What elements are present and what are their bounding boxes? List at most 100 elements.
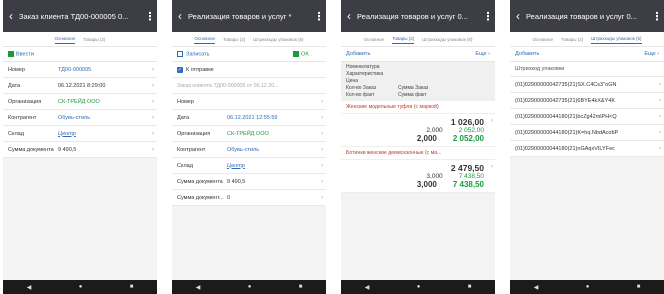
list-item[interactable]: › 2 479,50 3,000 7 438,50 3,000 7 438,50	[341, 160, 495, 193]
chevron-right-icon: ›	[659, 145, 661, 152]
add-button[interactable]: Добавить	[515, 51, 539, 57]
tab-main[interactable]: Основное	[54, 34, 76, 44]
nav-recent-button[interactable]: ■	[130, 284, 134, 290]
tab-bar: Основное Товары (2)	[3, 32, 157, 47]
toolbar: Записать OK	[172, 47, 326, 62]
chevron-right-icon: ›	[491, 164, 493, 170]
field-organization[interactable]: Организация СК-ТРЕЙД ООО ›	[172, 126, 326, 142]
chevron-right-icon: ›	[321, 114, 323, 121]
barcode-row[interactable]: (01)02900000044180(21)bcZg42mlPH<Q ›	[510, 109, 664, 125]
nav-back-button[interactable]: ◀	[365, 284, 370, 291]
nav-home-button[interactable]: ●	[79, 284, 83, 290]
tab-goods[interactable]: Товары (2)	[561, 35, 583, 44]
chevron-right-icon: ›	[152, 98, 154, 105]
nav-home-button[interactable]: ●	[417, 284, 421, 290]
chevron-right-icon: ›	[659, 129, 661, 136]
field-organization[interactable]: Организация СК-ТРЕЙД ООО ›	[3, 94, 157, 110]
chevron-right-icon: ›	[488, 51, 490, 57]
chevron-right-icon: ›	[152, 82, 154, 89]
system-nav-bar: ◀ ● ■	[510, 280, 664, 294]
screen-title: Реализация товаров и услуг 0...	[526, 11, 637, 21]
item-price: 2 479,50	[450, 163, 484, 173]
field-warehouse[interactable]: Склад Центр ›	[172, 158, 326, 174]
field-date[interactable]: Дата 06.12.2021 12:55:59 ›	[172, 110, 326, 126]
tab-goods[interactable]: Товары (2)	[223, 35, 245, 44]
back-icon[interactable]: ‹	[341, 9, 357, 23]
screen-order: ‹ Заказ клиента ТД00-000005 0... ⋮ Основ…	[3, 0, 157, 294]
ok-button[interactable]: OK	[293, 50, 309, 57]
nav-back-button[interactable]: ◀	[534, 284, 539, 291]
more-vert-icon[interactable]: ⋮	[481, 10, 495, 23]
chevron-right-icon: ›	[321, 194, 323, 201]
chevron-right-icon: ›	[659, 81, 661, 88]
chevron-right-icon: ›	[321, 130, 323, 137]
field-date[interactable]: Дата 06.12.2021 8:29:00 ›	[3, 78, 157, 94]
toolbar: Добавить Еще ›	[510, 47, 664, 62]
app-bar: ‹ Реализация товаров и услуг 0... ⋮	[510, 0, 664, 32]
tab-bar: Основное Товары (2) Штрихкоды упаковок (…	[172, 32, 326, 47]
nav-home-button[interactable]: ●	[586, 284, 590, 290]
save-icon	[177, 50, 183, 57]
item-order-row: 2,000 2 052,00	[426, 127, 484, 134]
more-vert-icon[interactable]: ⋮	[312, 10, 326, 23]
nav-recent-button[interactable]: ■	[637, 284, 641, 290]
screen-sale-barcodes: ‹ Реализация товаров и услуг 0... ⋮ Осно…	[510, 0, 664, 294]
ok-icon	[293, 50, 300, 57]
more-vert-icon[interactable]: ⋮	[143, 10, 157, 23]
app-bar: ‹ Реализация товаров и услуг 0... ⋮	[341, 0, 495, 32]
field-counterparty[interactable]: Контрагент Обувь-стиль ›	[172, 142, 326, 158]
tab-bar: Основное Товары (2) Штрихкоды упаковок (…	[341, 32, 495, 47]
chevron-right-icon: ›	[152, 130, 154, 137]
field-doc-sum[interactable]: Сумма документа 9 490,5 ›	[3, 142, 157, 158]
chevron-right-icon: ›	[659, 113, 661, 120]
nav-back-button[interactable]: ◀	[27, 284, 32, 291]
field-warehouse[interactable]: Склад Центр ›	[3, 126, 157, 142]
tab-main[interactable]: Основное	[194, 34, 216, 44]
field-counterparty[interactable]: Контрагент Обувь-стиль ›	[3, 110, 157, 126]
tab-main[interactable]: Основное	[363, 35, 384, 44]
field-doc-sum-2[interactable]: Сумма документ... 0 ›	[172, 190, 326, 206]
chevron-right-icon: ›	[321, 146, 323, 153]
barcode-row[interactable]: (01)02900000042735(21)6BYE4kX&Y4K ›	[510, 93, 664, 109]
tab-goods[interactable]: Товары (2)	[392, 34, 415, 44]
tab-goods[interactable]: Товары (2)	[83, 35, 105, 44]
nav-back-button[interactable]: ◀	[196, 284, 201, 291]
field-doc-sum[interactable]: Сумма документа 9 490,5 ›	[172, 174, 326, 190]
chevron-right-icon: ›	[152, 146, 154, 153]
barcode-row[interactable]: (01)02900000044180(21)K=hq.NbdAcobP ›	[510, 125, 664, 141]
checkbox-checked-icon: ✓	[177, 66, 183, 73]
more-button[interactable]: Еще ›	[644, 51, 659, 57]
enter-icon	[8, 50, 14, 57]
screen-title: Заказ клиента ТД00-000005 0...	[19, 11, 129, 21]
header-pair: Кол-во Заказ Сумма Заказ	[346, 85, 429, 91]
back-icon[interactable]: ‹	[3, 9, 19, 23]
enter-button[interactable]: Ввести	[8, 50, 34, 57]
screen-title: Реализация товаров и услуг 0...	[357, 11, 468, 21]
tab-bar: Основное Товары (2) Штрихкоды упаковок (…	[510, 32, 664, 47]
nav-recent-button[interactable]: ■	[299, 284, 303, 290]
save-button[interactable]: Записать	[177, 50, 210, 57]
back-icon[interactable]: ‹	[510, 9, 526, 23]
tab-barcodes[interactable]: Штрихкоды упаковок (5)	[591, 34, 642, 44]
chevron-right-icon: ›	[491, 118, 493, 124]
field-number[interactable]: Номер ТД00-000005 ›	[3, 62, 157, 78]
tab-barcodes[interactable]: Штрихкоды упаковок (8)	[422, 35, 472, 44]
add-button[interactable]: Добавить	[346, 51, 370, 57]
barcode-row[interactable]: (01)02900000042735(21)SX.C4Cs3''oGN ›	[510, 77, 664, 93]
list-item[interactable]: › 1 026,00 2,000 2 052,00 2,000 2 052,00	[341, 114, 495, 147]
more-button[interactable]: Еще ›	[475, 51, 490, 57]
barcode-row[interactable]: (01)02900000044180(21)nGAqxVILYFec ›	[510, 141, 664, 157]
system-nav-bar: ◀ ● ■	[341, 280, 495, 294]
more-vert-icon[interactable]: ⋮	[650, 10, 664, 23]
column-header: Штрихкод упаковки	[510, 62, 664, 77]
header-line: Характеристика	[346, 71, 384, 77]
header-pair: Кол-во факт Сумма факт	[346, 92, 427, 98]
tab-main[interactable]: Основное	[532, 35, 553, 44]
tab-barcodes[interactable]: Штрихкоды упаковок (8)	[253, 35, 303, 44]
nav-home-button[interactable]: ●	[248, 284, 252, 290]
back-icon[interactable]: ‹	[172, 9, 188, 23]
item-fact-row: 3,000 7 438,50	[416, 180, 484, 189]
nav-recent-button[interactable]: ■	[468, 284, 472, 290]
to-send-checkbox[interactable]: ✓ К отправке	[172, 62, 326, 78]
field-number[interactable]: Номер ›	[172, 94, 326, 110]
